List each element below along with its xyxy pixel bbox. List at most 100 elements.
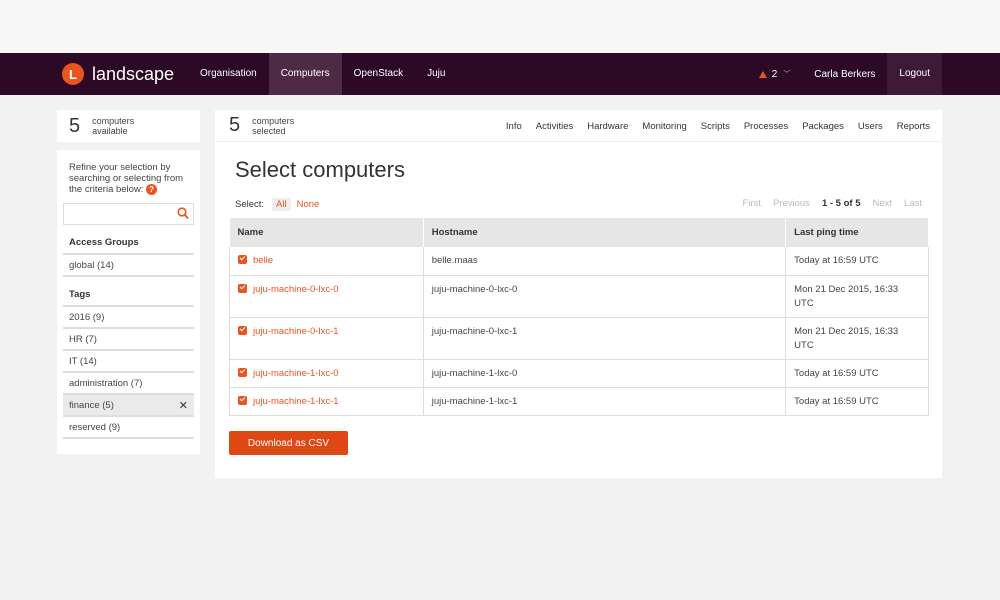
selected-label: computers selected [252,116,294,136]
select-all-link[interactable]: All [272,198,291,211]
pager-last[interactable]: Last [904,198,922,209]
close-icon[interactable]: ✕ [179,395,188,417]
table-row: belle belle.maas Today at 16:59 UTC [229,247,929,276]
row-checkbox[interactable] [238,255,247,264]
computer-link[interactable]: juju-machine-1-lxc-1 [253,396,339,407]
nav-openstack[interactable]: OpenStack [342,53,415,95]
row-checkbox[interactable] [238,283,247,293]
row-checkbox[interactable] [238,395,247,405]
subnav-users[interactable]: Users [858,121,883,132]
subnav-hardware[interactable]: Hardware [587,121,628,132]
tag-administration[interactable]: administration (7) [63,373,194,395]
ping-cell: Today at 16:59 UTC [785,247,929,276]
refine-label: Refine your selection by searching or se… [69,162,184,195]
ping-cell: Mon 21 Dec 2015, 16:33 UTC [785,317,929,360]
hostname-cell: belle.maas [423,247,787,276]
download-csv-button[interactable]: Download as CSV [229,431,348,455]
tags-title: Tags [63,289,194,307]
available-count-box: 5 computers available [57,110,200,142]
tag-2016[interactable]: 2016 (9) [63,307,194,329]
subnav-monitoring[interactable]: Monitoring [642,121,686,132]
column-last-ping[interactable]: Last ping time [785,218,929,247]
available-label-line-2: available [92,126,128,136]
column-hostname[interactable]: Hostname [423,218,787,247]
select-none-link[interactable]: None [297,199,320,210]
subnav-activities[interactable]: Activities [536,121,573,132]
pager-next[interactable]: Next [872,198,892,209]
pager-first[interactable]: First [743,198,761,209]
tag-it[interactable]: IT (14) [63,351,194,373]
main-nav: Organisation Computers OpenStack Juju [188,53,457,95]
row-checkbox[interactable] [238,367,247,377]
tag-finance-label: finance (5) [69,400,114,411]
pager-previous[interactable]: Previous [773,198,810,209]
search-input[interactable] [64,204,193,224]
main-panel: 5 computers selected Info Activities Har… [215,110,942,478]
computer-link[interactable]: juju-machine-1-lxc-0 [253,368,339,379]
user-name[interactable]: Carla Berkers [802,69,887,80]
selected-count: 5 [229,114,241,136]
subnav-reports[interactable]: Reports [897,121,930,132]
computer-subnav: Info Activities Hardware Monitoring Scri… [492,110,930,142]
ping-cell: Mon 21 Dec 2015, 16:33 UTC [785,275,929,318]
logo-icon: L [62,63,84,85]
table-row: juju-machine-1-lxc-0 juju-machine-1-lxc-… [229,359,929,388]
subnav-info[interactable]: Info [506,121,522,132]
name-cell: juju-machine-1-lxc-0 [229,359,424,388]
computers-table: Name Hostname Last ping time belle belle… [229,218,929,416]
hostname-cell: juju-machine-0-lxc-0 [423,275,787,318]
subnav-processes[interactable]: Processes [744,121,788,132]
alerts-menu[interactable]: 2 ﹀ [747,69,803,80]
name-cell: juju-machine-0-lxc-0 [229,275,424,318]
tag-reserved[interactable]: reserved (9) [63,417,194,439]
subnav-packages[interactable]: Packages [802,121,844,132]
search-box [63,203,194,225]
logo-text: landscape [92,63,175,84]
tag-hr[interactable]: HR (7) [63,329,194,351]
selected-label-line-2: selected [252,125,286,136]
pagination: First Previous 1 - 5 of 5 Next Last [731,198,923,209]
name-cell: belle [229,247,424,276]
pager-range: 1 - 5 of 5 [821,198,861,209]
nav-computers[interactable]: Computers [268,53,342,95]
ping-cell: Today at 16:59 UTC [785,387,929,416]
top-header: L landscape Organisation Computers OpenS… [0,53,1000,95]
logout-button[interactable]: Logout [887,53,942,95]
nav-organisation[interactable]: Organisation [188,53,269,95]
sidebar: 5 computers available Refine your select… [57,110,200,454]
help-icon[interactable]: ? [146,184,158,195]
warning-icon [758,70,767,78]
subnav-scripts[interactable]: Scripts [701,121,730,132]
table-row: juju-machine-1-lxc-1 juju-machine-1-lxc-… [229,387,929,416]
available-label-line-1: computers [92,116,135,126]
select-controls: Select: All None [235,198,319,211]
filter-panel: Refine your selection by searching or se… [57,150,200,454]
alert-count: 2 [771,68,778,80]
nav-juju[interactable]: Juju [415,53,457,95]
hostname-cell: juju-machine-0-lxc-1 [423,317,787,360]
row-checkbox[interactable] [238,325,247,335]
available-count: 5 [69,114,81,137]
access-groups-title: Access Groups [63,237,194,255]
hostname-cell: juju-machine-1-lxc-0 [423,359,787,388]
landscape-logo[interactable]: L landscape [62,63,174,85]
page-title: Select computers [235,157,405,182]
access-group-global[interactable]: global (14) [63,255,194,277]
computer-link[interactable]: juju-machine-0-lxc-0 [253,284,339,295]
tag-finance[interactable]: finance (5) ✕ [63,395,194,417]
name-cell: juju-machine-1-lxc-1 [229,387,424,416]
selected-label-line-1: computers [252,115,295,126]
table-header-row: Name Hostname Last ping time [229,218,929,247]
selected-count-bar: 5 computers selected Info Activities Har… [215,110,942,142]
table-row: juju-machine-0-lxc-1 juju-machine-0-lxc-… [229,317,929,360]
search-icon[interactable] [177,207,189,221]
hostname-cell: juju-machine-1-lxc-1 [423,387,787,416]
ping-cell: Today at 16:59 UTC [785,359,929,388]
column-name[interactable]: Name [229,218,424,247]
computer-link[interactable]: juju-machine-0-lxc-1 [253,326,339,337]
chevron-down-icon: ﹀ [783,71,791,78]
refine-text: Refine your selection by searching or se… [63,162,194,195]
computer-link[interactable]: belle [253,255,273,266]
top-backdrop [0,0,1000,53]
select-label: Select: [235,199,265,210]
